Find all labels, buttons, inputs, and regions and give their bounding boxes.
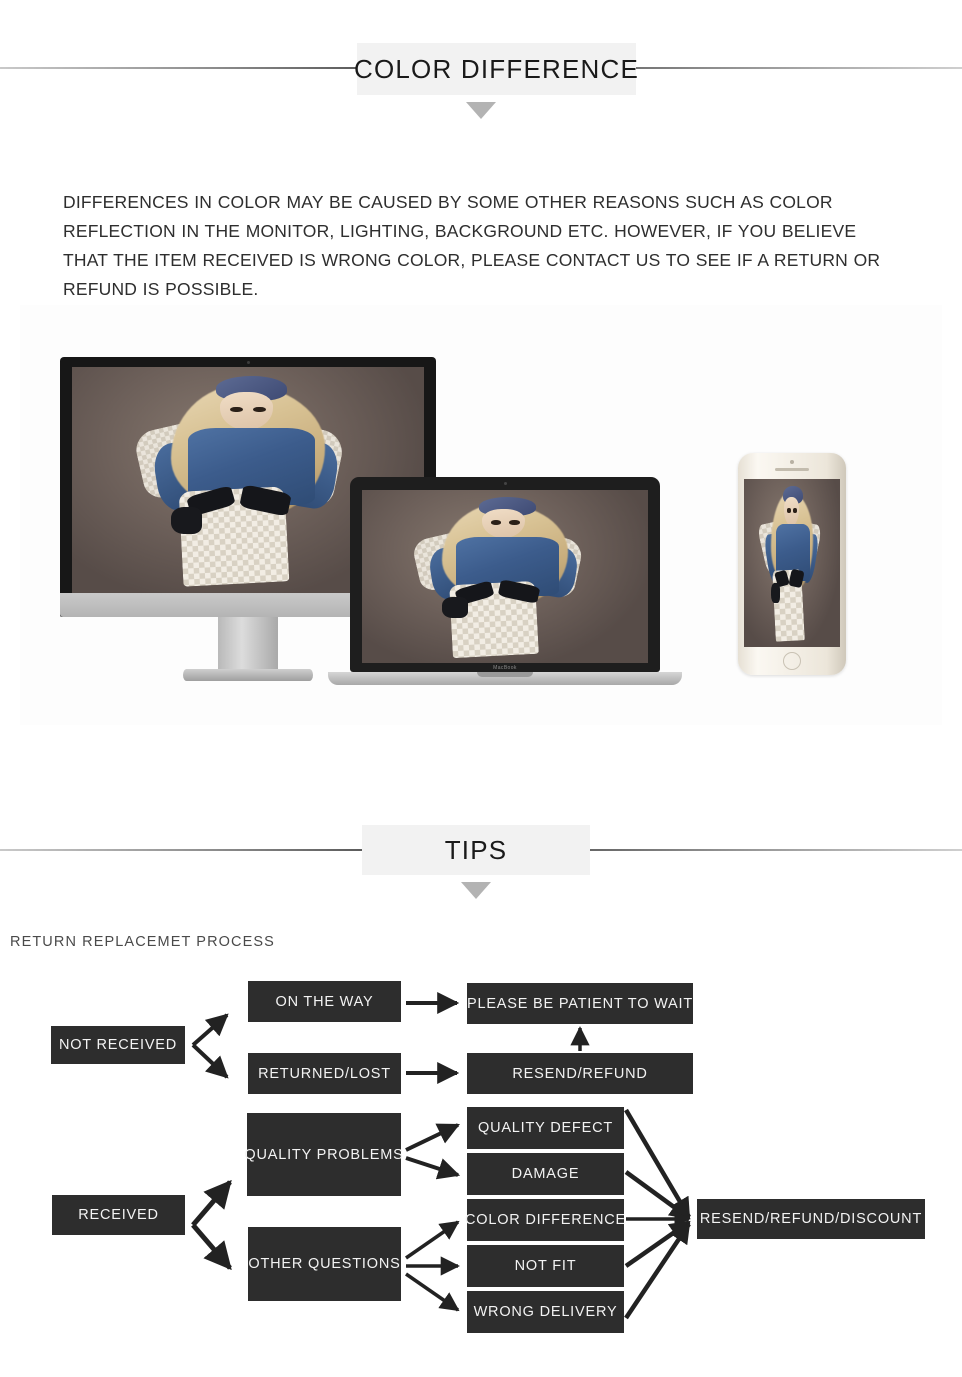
macbook-bezel: MacBook <box>350 477 660 672</box>
home-button-icon <box>783 652 801 670</box>
macbook-screen <box>362 490 648 663</box>
flow-node-damage[interactable]: DAMAGE <box>467 1153 624 1195</box>
flow-node-other-questions[interactable]: OTHER QUESTIONS <box>248 1227 401 1301</box>
color-difference-section-header: COLOR DIFFERENCE <box>0 10 962 119</box>
macbook-brand-label: MacBook <box>493 665 517 671</box>
fashion-photo <box>744 479 840 647</box>
iphone-screen <box>744 479 840 647</box>
return-replacement-flowchart: NOT RECEIVED ON THE WAY RETURNED/LOST PL… <box>0 960 962 1360</box>
flow-node-label: DAMAGE <box>511 1166 580 1182</box>
color-difference-description: DIFFERENCES IN COLOR MAY BE CAUSED BY SO… <box>63 191 881 299</box>
camera-icon <box>790 460 794 464</box>
flow-node-please-be-patient-to-wait[interactable]: PLEASE BE PATIENT TO WAIT <box>467 983 693 1024</box>
page-title: COLOR DIFFERENCE <box>354 53 640 84</box>
imac-stand-neck <box>218 617 278 669</box>
flow-node-label: NOT RECEIVED <box>58 1037 178 1053</box>
flowchart-title: RETURN REPLACEMET PROCESS <box>10 934 275 950</box>
chevron-down-icon <box>466 102 496 119</box>
flow-node-color-difference[interactable]: COLOR DIFFERENCE <box>464 1199 627 1241</box>
flow-node-label: OTHER QUESTIONS <box>248 1256 401 1272</box>
imac-stand-foot <box>183 669 313 681</box>
camera-icon <box>246 361 250 364</box>
color-difference-title-box: COLOR DIFFERENCE <box>354 43 640 95</box>
iphone-mockup <box>738 453 846 675</box>
flow-node-label: WRONG DELIVERY <box>473 1304 618 1320</box>
flow-node-label: RESEND/REFUND <box>512 1065 648 1082</box>
speaker-icon <box>775 468 809 471</box>
flow-node-resend-refund[interactable]: RESEND/REFUND <box>467 1053 693 1094</box>
chevron-down-icon <box>461 882 491 899</box>
flow-node-label: NOT FIT <box>514 1258 577 1274</box>
iphone-body <box>738 453 846 675</box>
flow-node-on-the-way[interactable]: ON THE WAY <box>248 981 401 1022</box>
flow-node-label: QUALITY PROBLEMS <box>244 1146 404 1163</box>
flow-node-label: RETURNED/LOST <box>258 1065 391 1082</box>
macbook-notch <box>477 672 533 677</box>
flow-node-label: RECEIVED <box>78 1207 159 1223</box>
flow-node-quality-problems[interactable]: QUALITY PROBLEMS <box>244 1113 404 1196</box>
flow-node-quality-defect[interactable]: QUALITY DEFECT <box>467 1107 624 1149</box>
tips-title-box: TIPS <box>362 825 590 875</box>
camera-icon <box>503 482 507 485</box>
flow-node-label: PLEASE BE PATIENT TO WAIT <box>467 995 694 1012</box>
flow-node-not-received[interactable]: NOT RECEIVED <box>51 1026 185 1064</box>
macbook-base <box>328 672 682 685</box>
flow-node-returned-lost[interactable]: RETURNED/LOST <box>248 1053 401 1094</box>
device-mockup-image: Jupe imp Là NL Veste vér/fica Là NL Chem… <box>20 305 942 725</box>
flow-node-resend-refund-discount[interactable]: RESEND/REFUND/DISCOUNT <box>697 1199 925 1239</box>
flow-node-label: QUALITY DEFECT <box>477 1120 613 1136</box>
flow-node-not-fit[interactable]: NOT FIT <box>467 1245 624 1287</box>
flow-node-label: RESEND/REFUND/DISCOUNT <box>699 1211 923 1227</box>
flow-node-received[interactable]: RECEIVED <box>52 1195 185 1235</box>
flow-node-label: COLOR DIFFERENCE <box>464 1212 627 1228</box>
fashion-photo <box>362 490 648 663</box>
tips-title: TIPS <box>444 834 508 865</box>
flow-node-wrong-delivery[interactable]: WRONG DELIVERY <box>467 1291 624 1333</box>
macbook-mockup: MacBook <box>328 477 682 685</box>
tips-section-header: TIPS <box>0 792 962 899</box>
flow-node-label: ON THE WAY <box>275 993 374 1010</box>
